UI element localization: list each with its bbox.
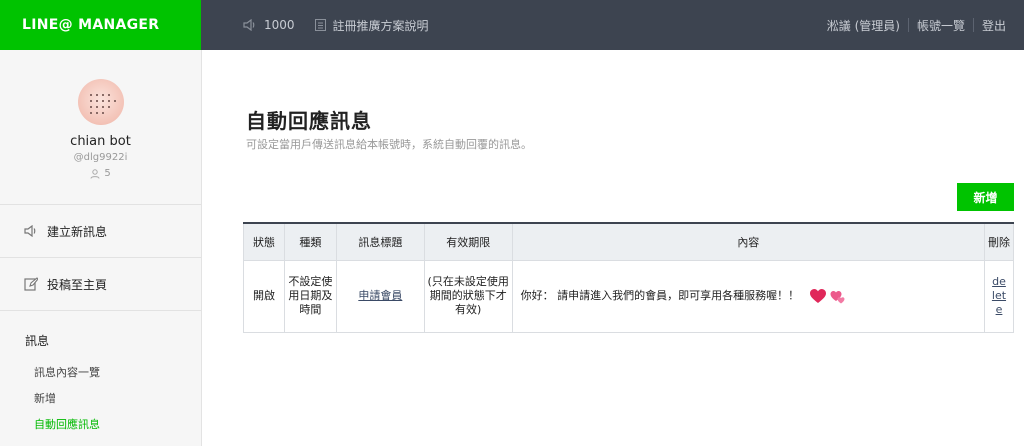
message-content: 你好： 請申請進入我們的會員，即可享用各種服務喔！！	[520, 289, 800, 302]
brand-name: LINE@ MANAGER	[22, 17, 160, 33]
list-icon	[314, 19, 326, 31]
sidebar: chian bot @dlg9922i 5 建立新訊息 投稿至主頁 訊息 訊息內…	[0, 50, 202, 446]
follower-count-value: 5	[104, 168, 111, 179]
logout-link[interactable]: 登出	[974, 17, 1014, 34]
cell-validity: (只在未設定使用期間的狀態下才有效)	[423, 259, 513, 333]
user-menu[interactable]: 淞議 (管理員)	[819, 17, 908, 34]
table-header-row: 狀態 種類 訊息標題 有效期限 內容 刪除	[243, 222, 1015, 261]
account-name: chian bot	[70, 134, 131, 149]
page-subtitle: 可設定當用戶傳送訊息給本帳號時，系統自動回覆的訊息。	[246, 138, 532, 151]
column-header-status: 狀態	[243, 222, 285, 261]
brand-logo[interactable]: LINE@ MANAGER	[0, 0, 201, 50]
sidebar-item-auto-reply[interactable]: 自動回應訊息	[0, 411, 201, 437]
message-count-value: 1000	[264, 18, 295, 32]
sidebar-item-label: 建立新訊息	[47, 224, 108, 239]
add-button[interactable]: 新增	[957, 183, 1014, 211]
sidebar-item-new-message[interactable]: 建立新訊息	[0, 205, 201, 258]
avatar[interactable]	[77, 79, 124, 125]
top-bar: 1000 註冊推廣方案說明 淞議 (管理員) 帳號一覽 登出	[201, 0, 1024, 50]
sidebar-item-message-list[interactable]: 訊息內容一覽	[0, 359, 201, 385]
accounts-link[interactable]: 帳號一覽	[909, 17, 973, 34]
cell-status: 開啟	[243, 259, 285, 333]
table-row: 開啟 不設定使用日期及時間 申請會員 (只在未設定使用期間的狀態下才有效) 你好…	[243, 259, 1015, 333]
column-header-title: 訊息標題	[335, 222, 425, 261]
cell-type: 不設定使用日期及時間	[283, 259, 337, 333]
column-header-content: 內容	[511, 222, 985, 261]
column-header-validity: 有效期限	[423, 222, 513, 261]
sidebar-item-add[interactable]: 新增	[0, 385, 201, 411]
plan-link-label: 註冊推廣方案說明	[332, 18, 429, 33]
account-id: @dlg9922i	[73, 152, 128, 163]
message-count: 1000	[243, 18, 295, 32]
cell-delete: delete	[983, 259, 1015, 333]
message-title-link[interactable]: 申請會員	[358, 289, 402, 302]
speaker-icon	[243, 19, 255, 31]
edit-icon	[24, 277, 38, 291]
page-title: 自動回應訊息	[246, 109, 372, 133]
sidebar-section-title: 訊息	[25, 334, 50, 348]
sidebar-item-label: 投稿至主頁	[47, 277, 108, 292]
plan-link[interactable]: 註冊推廣方案說明	[314, 17, 429, 34]
column-header-delete: 刪除	[983, 222, 1015, 261]
person-icon	[90, 168, 100, 179]
cell-title: 申請會員	[335, 259, 425, 333]
auto-reply-table: 狀態 種類 訊息標題 有效期限 內容 刪除 開啟 不設定使用日期及時間 申請會員…	[243, 222, 1015, 333]
delete-link[interactable]: delete	[991, 275, 1007, 316]
account-profile: chian bot @dlg9922i 5	[0, 50, 201, 205]
sidebar-item-post-home[interactable]: 投稿至主頁	[0, 258, 201, 311]
hearts-emoji-icon	[809, 288, 849, 304]
cell-content: 你好： 請申請進入我們的會員，即可享用各種服務喔！！	[511, 259, 985, 333]
speaker-icon	[24, 225, 36, 237]
column-header-type: 種類	[283, 222, 337, 261]
follower-count: 5	[0, 168, 201, 179]
main-content: 自動回應訊息 可設定當用戶傳送訊息給本帳號時，系統自動回覆的訊息。 新增 狀態 …	[202, 50, 1024, 446]
